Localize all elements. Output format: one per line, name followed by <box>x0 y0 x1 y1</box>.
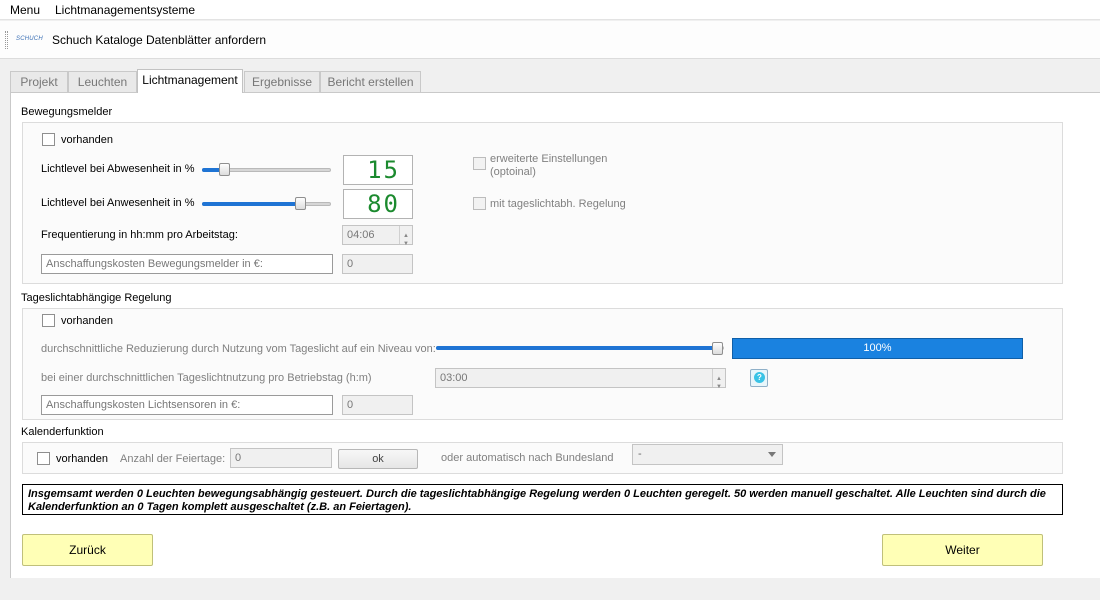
motion-cost-field[interactable]: Anschaffungskosten Bewegungsmelder in €: <box>41 254 333 274</box>
tab-bericht-erstellen[interactable]: Bericht erstellen <box>320 71 421 92</box>
holidays-field[interactable]: 0 <box>230 448 332 468</box>
frequency-spinbox[interactable]: 04:06 ▲ ▼ <box>342 225 413 247</box>
absent-level-slider-handle[interactable] <box>219 163 230 176</box>
state-dropdown-value: - <box>638 448 642 460</box>
chevron-down-icon <box>768 452 776 457</box>
daylight-regulation-label: mit tageslichtabh. Regelung <box>490 198 626 210</box>
daylight-present-checkbox[interactable] <box>42 314 55 327</box>
back-button[interactable]: Zurück <box>22 534 153 566</box>
frequency-spin-arrows[interactable]: ▲ ▼ <box>399 226 412 247</box>
next-button[interactable]: Weiter <box>882 534 1043 566</box>
help-button[interactable]: ? <box>750 369 768 387</box>
menu-item-menu[interactable]: Menu <box>10 3 40 17</box>
present-level-display: 80 <box>343 189 413 219</box>
extended-settings-checkbox[interactable] <box>473 157 486 170</box>
daylight-usage-label: bei einer durchschnittlichen Tageslichtn… <box>41 372 372 384</box>
spin-down-icon[interactable]: ▼ <box>716 378 722 396</box>
calendar-section-title: Kalenderfunktion <box>21 426 104 438</box>
daylight-usage-spin-arrows[interactable]: ▲ ▼ <box>712 369 725 390</box>
schuch-catalog-button[interactable]: Schuch Kataloge <box>52 33 143 47</box>
state-dropdown[interactable]: - <box>632 444 783 465</box>
toolbar-grip-icon[interactable] <box>5 31 8 49</box>
frequency-value: 04:06 <box>347 229 375 241</box>
reduction-slider-handle[interactable] <box>712 342 723 355</box>
holidays-label: Anzahl der Feiertage: <box>120 453 226 465</box>
request-datasheets-button[interactable]: Datenblätter anfordern <box>146 33 266 47</box>
present-level-slider-handle[interactable] <box>295 197 306 210</box>
absent-level-label: Lichtlevel bei Abwesenheit in % <box>41 163 195 175</box>
schuch-logo[interactable]: SCHUCH <box>16 36 43 42</box>
daylight-cost-field[interactable]: Anschaffungskosten Lichtsensoren in €: <box>41 395 333 415</box>
reduction-progress-bar: 100% <box>732 338 1023 359</box>
tab-ergebnisse[interactable]: Ergebnisse <box>244 71 320 92</box>
motion-present-label: vorhanden <box>61 134 113 146</box>
tab-lichtmanagement[interactable]: Lichtmanagement <box>137 69 243 93</box>
present-level-label: Lichtlevel bei Anwesenheit in % <box>41 197 195 209</box>
absent-level-display: 15 <box>343 155 413 185</box>
reduction-slider-fill <box>436 346 718 350</box>
daylight-usage-value: 03:00 <box>440 372 468 384</box>
summary-text: Insgemsamt werden 0 Leuchten bewegungsab… <box>22 484 1063 515</box>
present-level-slider-fill <box>202 202 302 206</box>
holidays-ok-button[interactable]: ok <box>338 449 418 469</box>
motion-section-title: Bewegungsmelder <box>21 106 113 118</box>
help-icon: ? <box>754 372 765 383</box>
extended-settings-label-line2: (optoinal) <box>490 166 536 178</box>
reduction-label: durchschnittliche Reduzierung durch Nutz… <box>41 343 436 355</box>
spin-down-icon[interactable]: ▼ <box>403 235 409 253</box>
menu-item-lichtmanagementsysteme[interactable]: Lichtmanagementsysteme <box>55 3 195 17</box>
calendar-present-checkbox[interactable] <box>37 452 50 465</box>
frequency-label: Frequentierung in hh:mm pro Arbeitstag: <box>41 229 238 241</box>
extended-settings-label-line1: erweiterte Einstellungen <box>490 153 608 165</box>
daylight-usage-spinbox[interactable]: 03:00 ▲ ▼ <box>435 368 726 390</box>
daylight-cost-value[interactable]: 0 <box>342 395 413 415</box>
tab-projekt[interactable]: Projekt <box>10 71 68 92</box>
menubar: Menu Lichtmanagementsysteme <box>0 0 1100 20</box>
motion-cost-value[interactable]: 0 <box>342 254 413 274</box>
auto-state-label: oder automatisch nach Bundesland <box>441 452 614 464</box>
daylight-section-title: Tageslichtabhängige Regelung <box>21 292 172 304</box>
motion-present-checkbox[interactable] <box>42 133 55 146</box>
tab-leuchten[interactable]: Leuchten <box>68 71 137 92</box>
daylight-present-label: vorhanden <box>61 315 113 327</box>
calendar-present-label: vorhanden <box>56 453 108 465</box>
daylight-regulation-checkbox[interactable] <box>473 197 486 210</box>
toolbar: SCHUCH Schuch Kataloge Datenblätter anfo… <box>0 21 1100 59</box>
